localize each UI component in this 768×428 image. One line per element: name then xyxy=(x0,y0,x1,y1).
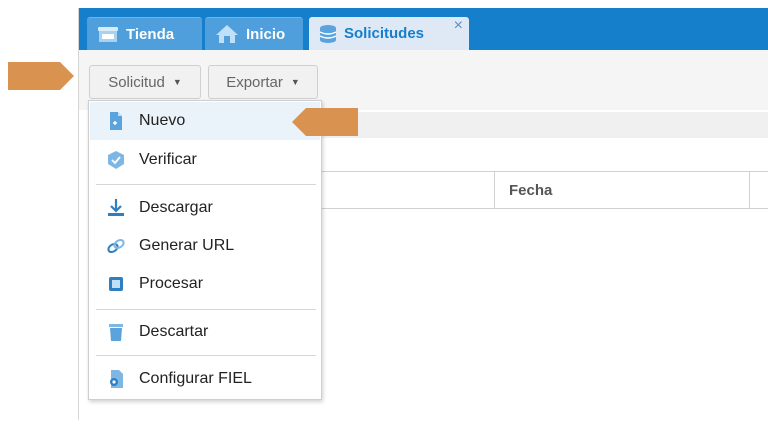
annotation-arrow-right xyxy=(8,62,74,90)
chevron-down-icon: ▼ xyxy=(290,77,300,87)
tab-label: Tienda xyxy=(126,25,175,43)
solicitud-dropdown-menu: Nuevo Verificar Descargar Generar URL Pr… xyxy=(88,100,322,400)
menu-item-configurar-fiel[interactable]: Configurar FIEL xyxy=(90,360,320,398)
menu-item-label: Descargar xyxy=(139,199,213,216)
tab-solicitudes[interactable]: Solicitudes × xyxy=(309,17,469,50)
trash-icon xyxy=(109,324,123,341)
column-separator xyxy=(749,172,750,208)
exportar-button-label: Exportar xyxy=(226,73,283,91)
annotation-arrow-left xyxy=(292,108,358,136)
menu-item-descartar[interactable]: Descartar xyxy=(90,313,320,351)
menu-item-label: Nuevo xyxy=(139,112,186,129)
link-icon xyxy=(107,238,125,254)
certificate-icon xyxy=(110,370,123,388)
close-tab-icon[interactable]: × xyxy=(454,18,463,34)
tab-label: Solicitudes xyxy=(344,25,425,42)
new-document-icon xyxy=(110,112,122,130)
menu-item-descargar[interactable]: Descargar xyxy=(90,189,320,227)
grid-header: Fecha xyxy=(319,171,768,209)
menu-separator xyxy=(96,184,316,185)
tab-tienda[interactable]: Tienda xyxy=(87,17,202,50)
menu-item-label: Verificar xyxy=(139,151,197,168)
grid-toolbar-strip xyxy=(319,112,768,138)
download-icon xyxy=(108,199,124,216)
column-header-fecha[interactable]: Fecha xyxy=(509,182,552,199)
menu-item-label: Descartar xyxy=(139,323,209,340)
menu-item-generar-url[interactable]: Generar URL xyxy=(90,227,320,265)
column-separator xyxy=(494,172,495,208)
verify-shield-icon xyxy=(108,151,124,169)
menu-item-label: Configurar FIEL xyxy=(139,370,252,387)
database-icon xyxy=(319,24,337,43)
tab-bar: Tienda Inicio Solicitudes × xyxy=(79,8,768,50)
tab-inicio[interactable]: Inicio xyxy=(205,17,303,50)
menu-separator xyxy=(96,309,316,310)
menu-item-verificar[interactable]: Verificar xyxy=(90,141,320,179)
home-icon xyxy=(216,25,238,43)
menu-item-label: Generar URL xyxy=(139,237,235,254)
solicitud-button-label: Solicitud xyxy=(108,73,165,91)
store-icon xyxy=(98,27,118,42)
tab-label: Inicio xyxy=(246,25,286,43)
exportar-menu-button[interactable]: Exportar ▼ xyxy=(208,65,318,99)
menu-item-label: Procesar xyxy=(139,275,204,292)
solicitud-menu-button[interactable]: Solicitud ▼ xyxy=(89,65,201,99)
menu-item-nuevo[interactable]: Nuevo xyxy=(90,102,320,140)
chip-icon xyxy=(109,277,123,291)
chevron-down-icon: ▼ xyxy=(172,77,182,87)
menu-separator xyxy=(96,355,316,356)
menu-item-procesar[interactable]: Procesar xyxy=(90,265,320,303)
